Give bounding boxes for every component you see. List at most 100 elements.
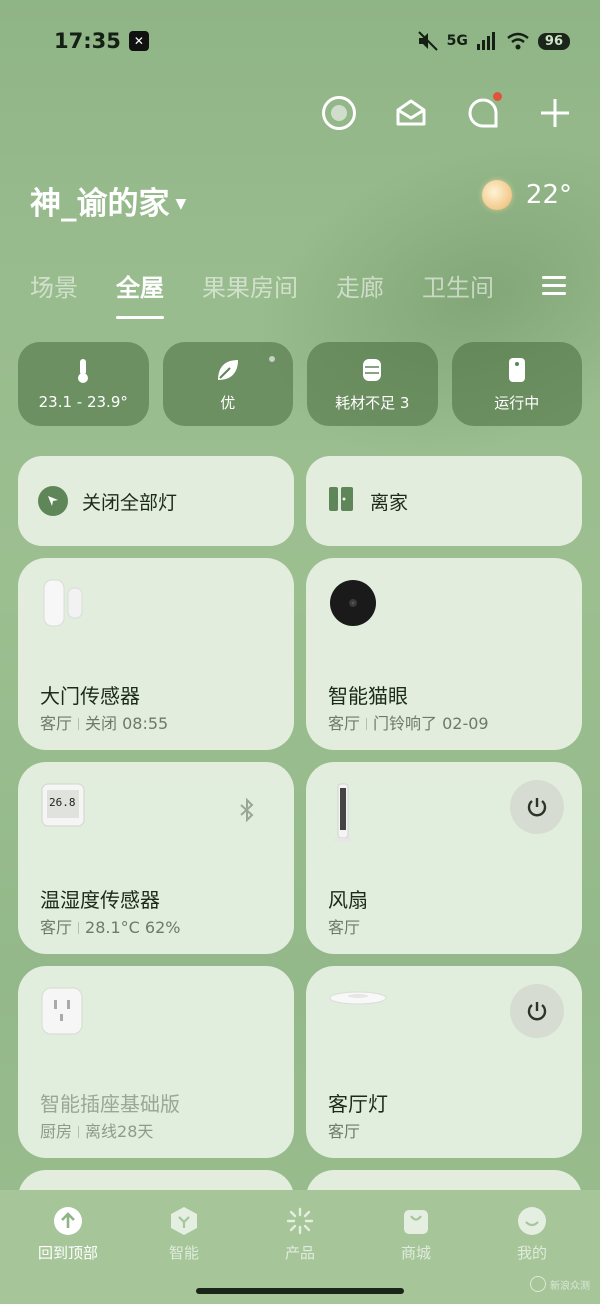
device-room: 客厅 <box>328 1122 361 1141</box>
door-sensor-image <box>40 578 272 634</box>
tab-scenes[interactable]: 场景 <box>30 268 78 303</box>
nav-smart[interactable]: 智能 <box>134 1206 234 1263</box>
device-name: 温湿度传感器 <box>40 888 160 912</box>
menu-icon[interactable] <box>542 276 566 295</box>
status-dot <box>269 356 275 362</box>
shop-icon <box>401 1206 431 1236</box>
scene-label: 离家 <box>370 491 409 514</box>
cursor-icon <box>38 486 68 516</box>
device-state: 门铃响了 02-09 <box>373 714 489 733</box>
device-name: 风扇 <box>328 888 368 912</box>
bottom-nav: 回到顶部 智能 产品 商城 我的 <box>0 1206 600 1263</box>
nav-label: 智能 <box>168 1244 199 1262</box>
device-room: 客厅 <box>328 714 361 733</box>
sensor-display-text: 26.8 <box>49 796 76 809</box>
device-name: 客厅灯 <box>328 1092 388 1116</box>
tab-corridor[interactable]: 走廊 <box>336 268 384 303</box>
tab-bathroom[interactable]: 卫生间 <box>422 268 494 303</box>
door-icon <box>326 484 356 518</box>
device-card-door-sensor[interactable]: 大门传感器 客厅 关闭 08:55 <box>18 558 294 750</box>
chip-label: 23.1 - 23.9° <box>38 393 128 411</box>
chip-label: 运行中 <box>494 393 540 412</box>
device-status: 客厅 关闭 08:55 <box>40 710 168 734</box>
home-title: 神_谕的家 <box>30 186 170 222</box>
device-state: 28.1°C 62% <box>85 918 181 937</box>
tab-guoguo-room[interactable]: 果果房间 <box>202 268 298 303</box>
watermark: 新浪众测 <box>530 1276 590 1292</box>
watermark-logo-icon <box>530 1276 546 1292</box>
caret-down-icon: ▼ <box>175 195 187 212</box>
device-name: 大门传感器 <box>40 684 140 708</box>
device-card-fan[interactable]: 风扇 客厅 <box>306 762 582 954</box>
device-name: 智能猫眼 <box>328 684 408 708</box>
scene-leave-home[interactable]: 离家 <box>306 456 582 546</box>
device-card-smart-plug[interactable]: 智能插座基础版 厨房 离线28天 <box>18 966 294 1158</box>
device-status: 客厅 门铃响了 02-09 <box>328 710 489 734</box>
light-power-button[interactable] <box>510 984 564 1038</box>
weather-temperature: 22° <box>525 180 572 210</box>
status-time: 17:35 <box>54 29 121 53</box>
device-card-smart-peephole[interactable]: 智能猫眼 客厅 门铃响了 02-09 <box>306 558 582 750</box>
arrow-up-icon <box>53 1206 83 1236</box>
messages-icon[interactable] <box>466 92 502 130</box>
filter-icon <box>362 356 382 384</box>
device-room: 客厅 <box>40 714 73 733</box>
summary-chips: 23.1 - 23.9° 优 耗材不足 3 运行中 <box>18 342 582 426</box>
nav-back-to-top[interactable]: 回到顶部 <box>18 1206 118 1263</box>
network-type: 5G <box>446 33 468 49</box>
status-bar: 17:35 ✕ 5G 96 <box>54 28 570 54</box>
wifi-icon <box>507 32 529 50</box>
ai-assistant-icon[interactable] <box>322 96 356 130</box>
signal-icon <box>476 32 495 50</box>
device-room: 客厅 <box>328 918 361 937</box>
fan-power-button[interactable] <box>510 780 564 834</box>
room-tabs: 场景 全屋 果果房间 走廊 卫生间 <box>30 268 494 319</box>
mute-icon <box>417 31 438 51</box>
add-icon[interactable] <box>538 96 572 130</box>
device-name: 智能插座基础版 <box>40 1092 180 1116</box>
peephole-image <box>328 578 560 634</box>
device-card-temp-humidity-sensor[interactable]: 26.8 温湿度传感器 客厅 28.1°C 62% <box>18 762 294 954</box>
home-manage-icon[interactable] <box>394 96 428 130</box>
device-status: 客厅 28.1°C 62% <box>40 914 180 938</box>
nav-label: 商城 <box>400 1244 431 1262</box>
nav-label: 我的 <box>516 1244 547 1262</box>
watermark-text: 新浪众测 <box>550 1280 590 1292</box>
chip-air-quality[interactable]: 优 <box>162 342 293 426</box>
nav-label: 产品 <box>284 1244 315 1262</box>
battery-level: 96 <box>537 32 570 50</box>
device-state: 关闭 08:55 <box>85 714 169 733</box>
device-room: 厨房 <box>40 1122 73 1141</box>
thermometer-icon <box>76 357 90 385</box>
leaf-icon <box>215 356 241 384</box>
profile-icon <box>517 1206 547 1236</box>
scene-label: 关闭全部灯 <box>82 491 178 514</box>
product-icon <box>285 1206 315 1236</box>
power-icon <box>527 1002 547 1021</box>
chip-consumables[interactable]: 耗材不足 3 <box>307 342 438 426</box>
tab-whole-house[interactable]: 全屋 <box>116 268 164 319</box>
scene-turn-off-all-lights[interactable]: 关闭全部灯 <box>18 456 294 546</box>
chip-label: 优 <box>220 393 236 412</box>
home-indicator[interactable] <box>196 1288 404 1294</box>
device-card-living-room-light[interactable]: 客厅灯 客厅 <box>306 966 582 1158</box>
nav-profile[interactable]: 我的 <box>482 1206 582 1263</box>
nav-products[interactable]: 产品 <box>250 1206 350 1263</box>
home-selector[interactable]: 神_谕的家 ▼ <box>30 178 186 223</box>
chip-running[interactable]: 运行中 <box>451 342 582 426</box>
smart-plug-image <box>40 986 272 1042</box>
smart-icon <box>169 1206 199 1236</box>
device-state: 离线28天 <box>85 1122 154 1141</box>
power-icon <box>527 798 547 817</box>
chip-label: 耗材不足 3 <box>335 393 410 412</box>
status-indicators: 5G 96 <box>417 31 570 51</box>
nav-shop[interactable]: 商城 <box>366 1206 466 1263</box>
top-actions <box>322 92 572 130</box>
notification-dot <box>493 92 502 101</box>
sun-icon <box>481 180 512 210</box>
device-room: 客厅 <box>40 918 73 937</box>
device-status: 厨房 离线28天 <box>40 1118 153 1142</box>
chip-temperature[interactable]: 23.1 - 23.9° <box>18 342 149 426</box>
device-icon <box>508 356 526 384</box>
weather[interactable]: 22° <box>481 180 572 210</box>
